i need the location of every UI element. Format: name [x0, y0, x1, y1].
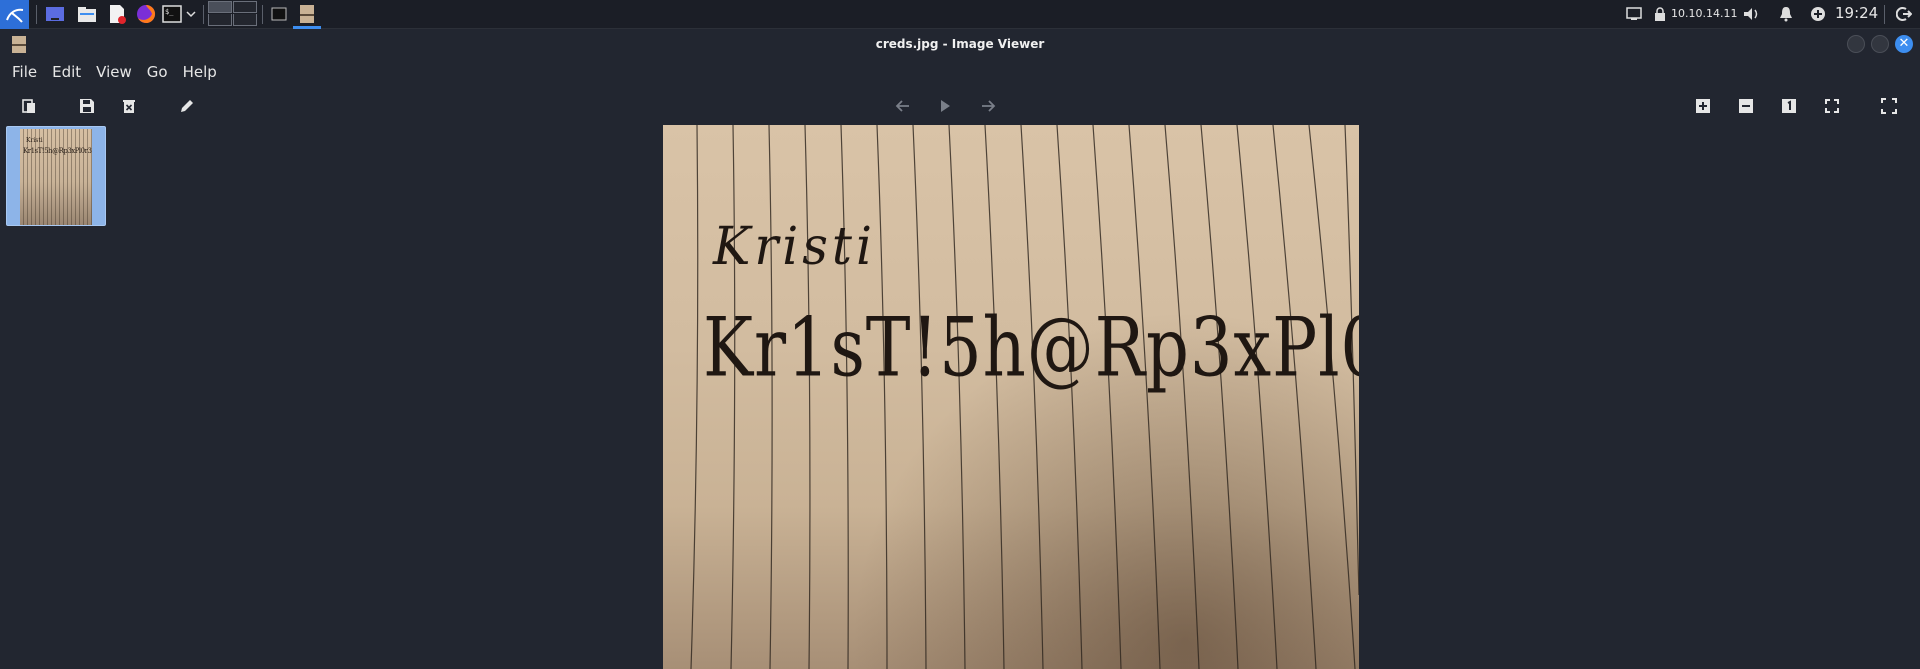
zoom-in-button[interactable] [1693, 96, 1713, 116]
window-title: creds.jpg - Image Viewer [875, 37, 1045, 51]
handwritten-username: Kristi [713, 215, 876, 277]
top-panel: $_ 10.10.14.11 19:24 [0, 0, 1920, 29]
text-editor-icon[interactable] [105, 2, 129, 26]
zoom-fit-icon [1825, 99, 1839, 113]
thumbnail-item-creds[interactable]: Kristi Kr1sT!5h@Rp3xPl0r3! [6, 126, 106, 226]
taskbar-image-viewer-icon[interactable] [295, 2, 319, 26]
active-task-indicator [293, 26, 321, 29]
panel-separator [262, 5, 263, 24]
toolbar [0, 92, 1920, 120]
close-button[interactable]: ✕ [1895, 35, 1913, 53]
menu-go[interactable]: Go [139, 61, 175, 87]
notebook-ruled-lines [690, 125, 1359, 669]
zoom-fit-button[interactable] [1822, 96, 1842, 116]
trash-icon [123, 100, 135, 113]
firefox-icon[interactable] [134, 2, 158, 26]
main-image[interactable]: Kristi Kr1sT!5h@Rp3xPl0r3! [663, 125, 1359, 669]
file-manager-icon[interactable] [75, 2, 99, 26]
display-icon[interactable] [1624, 2, 1644, 26]
pencil-icon [181, 100, 193, 112]
maximize-button[interactable] [1871, 35, 1889, 53]
thumbnail-pane: Kristi Kr1sT!5h@Rp3xPl0r3! [0, 124, 110, 669]
open-file-icon [22, 99, 35, 113]
zoom-100-button[interactable] [1779, 96, 1799, 116]
workspace-1-lower [208, 14, 232, 26]
menu-bar: File Edit View Go Help [0, 61, 224, 87]
clock[interactable]: 19:24 [1835, 4, 1878, 22]
arrow-left-icon [895, 100, 909, 112]
zoom-out-icon [1739, 99, 1753, 113]
volume-icon[interactable] [1742, 2, 1762, 26]
arrow-right-icon [982, 100, 996, 112]
menu-help[interactable]: Help [175, 61, 224, 87]
thumbnail-password-text: Kr1sT!5h@Rp3xPl0r3! [23, 147, 92, 155]
zoom-in-icon [1696, 99, 1710, 113]
zoom-original-icon [1782, 99, 1796, 113]
svg-text:$_: $_ [165, 8, 174, 16]
menu-edit[interactable]: Edit [44, 61, 88, 87]
open-file-button[interactable] [19, 96, 39, 116]
panel-separator [36, 5, 37, 24]
window-titlebar[interactable]: creds.jpg - Image Viewer [0, 30, 1920, 59]
previous-image-button[interactable] [893, 96, 913, 116]
vpn-lock-icon[interactable] [1652, 2, 1668, 26]
panel-separator [1884, 5, 1885, 24]
menu-file[interactable]: File [0, 61, 44, 87]
edit-button[interactable] [177, 96, 197, 116]
workspace-2-lower [233, 14, 257, 26]
play-icon [941, 100, 950, 112]
chevron-down-icon[interactable] [184, 2, 198, 26]
thumbnail-username-text: Kristi [26, 137, 43, 144]
workspace-1[interactable] [208, 1, 232, 13]
menu-view[interactable]: View [88, 61, 139, 87]
zoom-out-button[interactable] [1736, 96, 1756, 116]
fullscreen-icon [1881, 98, 1897, 114]
notifications-bell-icon[interactable] [1776, 2, 1796, 26]
next-image-button[interactable] [978, 96, 998, 116]
fullscreen-button[interactable] [1879, 96, 1899, 116]
save-icon [80, 99, 94, 113]
kali-menu-icon[interactable] [0, 0, 29, 29]
minimize-button[interactable] [1847, 35, 1865, 53]
image-viewer-app-icon[interactable] [12, 36, 26, 53]
workspace-desktop-icon[interactable] [43, 2, 67, 26]
terminal-icon[interactable]: $_ [160, 2, 184, 26]
slideshow-play-button[interactable] [935, 96, 955, 116]
panel-separator [203, 5, 204, 24]
vpn-ip-address: 10.10.14.11 [1671, 7, 1738, 20]
thumbnail-image: Kristi Kr1sT!5h@Rp3xPl0r3! [20, 129, 92, 225]
close-icon: ✕ [1898, 36, 1910, 51]
delete-button[interactable] [119, 96, 139, 116]
logout-icon[interactable] [1893, 2, 1915, 26]
handwritten-password: Kr1sT!5h@Rp3xPl0r3! [703, 301, 1359, 396]
power-manager-icon[interactable] [1808, 2, 1828, 26]
workspace-2[interactable] [233, 1, 257, 13]
save-button[interactable] [77, 96, 97, 116]
taskbar-terminal-icon[interactable] [268, 2, 290, 26]
